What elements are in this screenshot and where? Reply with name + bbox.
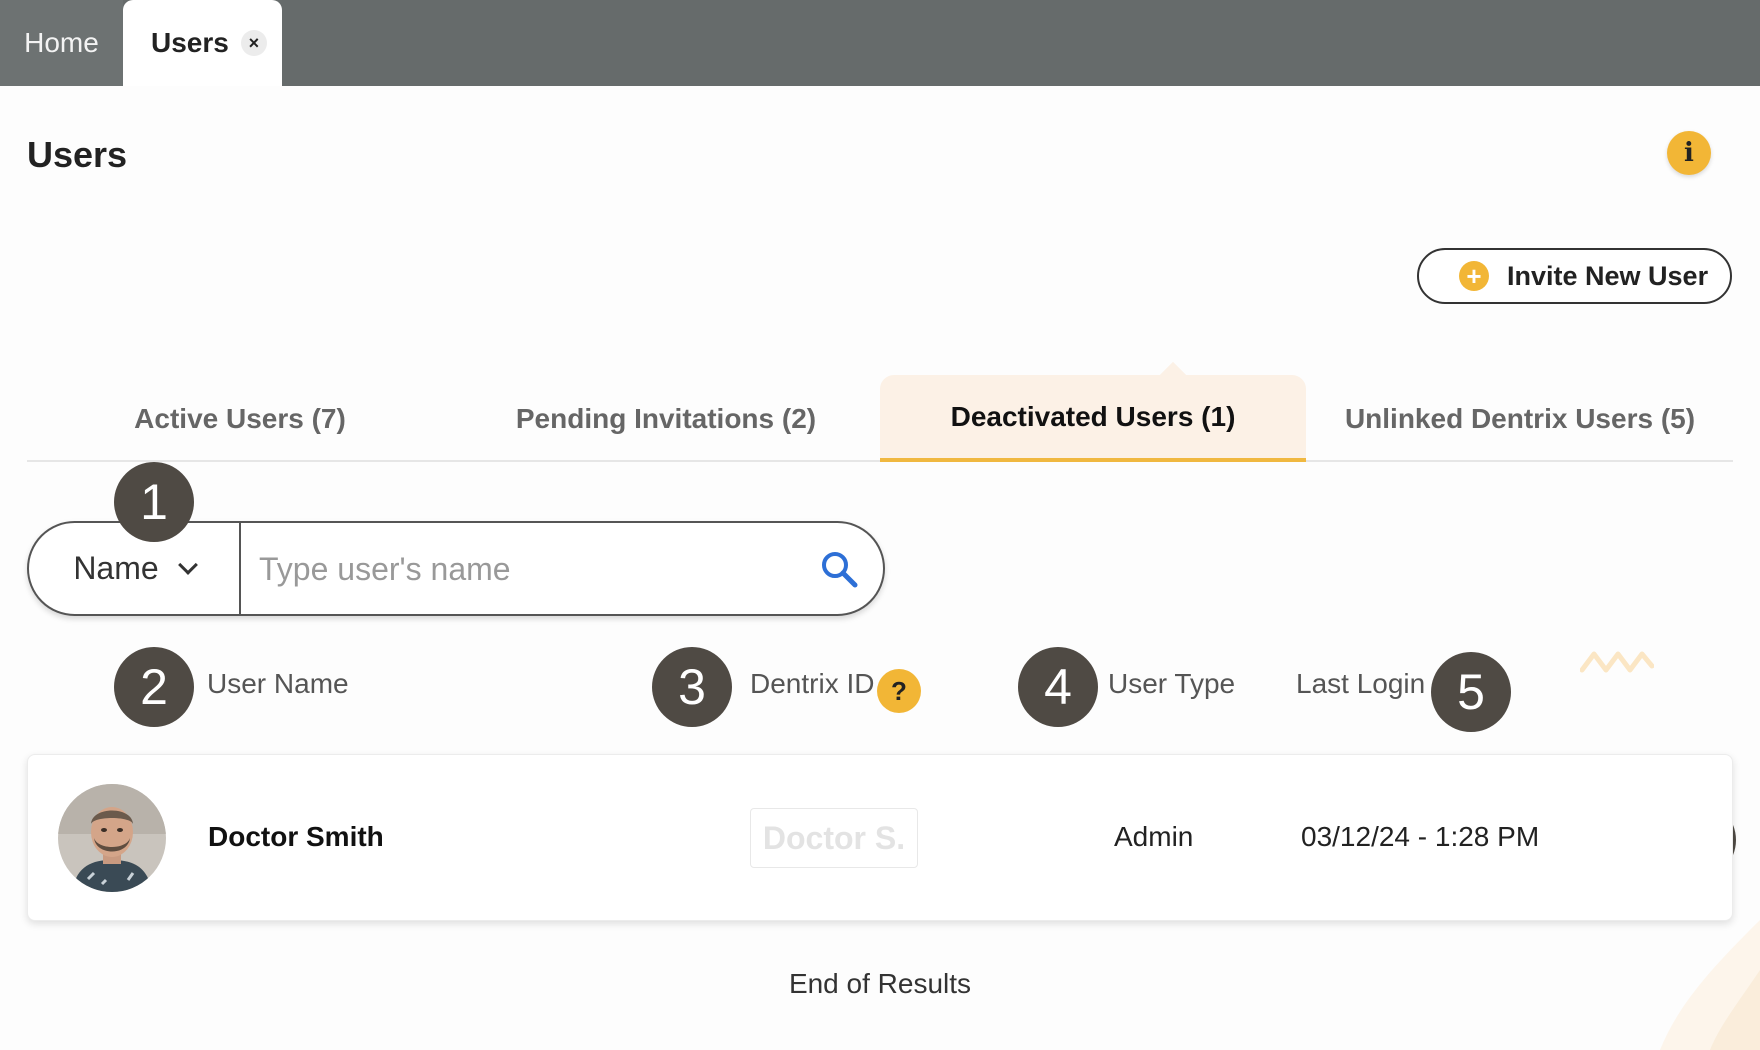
annotation-badge-3: 3 (652, 647, 732, 727)
end-of-results: End of Results (0, 968, 1760, 1000)
end-of-results-label: End of Results (788, 968, 972, 999)
page-title: Users (27, 134, 128, 175)
user-name[interactable]: Doctor Smith (208, 821, 384, 853)
search-input[interactable] (259, 541, 799, 597)
user-type: Admin (1114, 821, 1194, 852)
column-header-last-login[interactable]: Last Login (1296, 668, 1425, 700)
tab-users-label: Users (151, 27, 229, 58)
sort-indicator-icon (1580, 651, 1654, 673)
decorative-background-shape (1660, 920, 1760, 1050)
search-type-value: Name (73, 550, 159, 586)
tab-unlinked-dentrix-users[interactable]: Unlinked Dentrix Users (5) (1307, 375, 1733, 462)
annotation-badge-2: 2 (114, 647, 194, 727)
plus-icon: + (1459, 261, 1489, 291)
tab-label: Pending Invitations (2) (515, 402, 817, 434)
close-icon[interactable]: × (240, 30, 267, 56)
info-icon[interactable]: i (1667, 131, 1711, 175)
tab-pending-invitations[interactable]: Pending Invitations (2) (453, 375, 879, 462)
annotation-badge-5: 5 (1431, 652, 1511, 732)
tab-active-users[interactable]: Active Users (7) (27, 375, 453, 462)
avatar (58, 784, 166, 892)
tab-label: Unlinked Dentrix Users (5) (1344, 402, 1696, 434)
invite-button-label: Invite New User (1507, 260, 1709, 291)
help-icon[interactable]: ? (877, 669, 921, 713)
annotation-badge-4: 4 (1018, 647, 1098, 727)
tab-home-label: Home (24, 27, 99, 58)
top-tab-bar: Home Users × (0, 0, 1760, 86)
tab-label: Deactivated Users (1) (950, 400, 1236, 432)
column-header-dentrix-id[interactable]: Dentrix ID (750, 668, 874, 700)
column-header-user-type[interactable]: User Type (1108, 668, 1235, 700)
tab-deactivated-users[interactable]: Deactivated Users (1) (880, 375, 1306, 462)
table-row[interactable]: Doctor Smith Doctor S. Admin 03/12/24 - … (27, 754, 1733, 921)
tab-home[interactable]: Home (0, 0, 123, 86)
dentrix-id-value: Doctor S. (750, 808, 918, 868)
column-header-user-name[interactable]: User Name (207, 668, 349, 700)
tab-label: Active Users (7) (134, 402, 346, 434)
tab-users[interactable]: Users × (123, 0, 282, 86)
invite-new-user-button[interactable]: + Invite New User (1417, 248, 1732, 304)
last-login: 03/12/24 - 1:28 PM (1301, 821, 1540, 852)
annotation-badge-1: 1 (114, 462, 194, 542)
search-icon[interactable] (819, 549, 859, 589)
chevron-down-icon (177, 554, 198, 575)
user-status-tabs: Active Users (7) Pending Invitations (2)… (27, 375, 1733, 462)
